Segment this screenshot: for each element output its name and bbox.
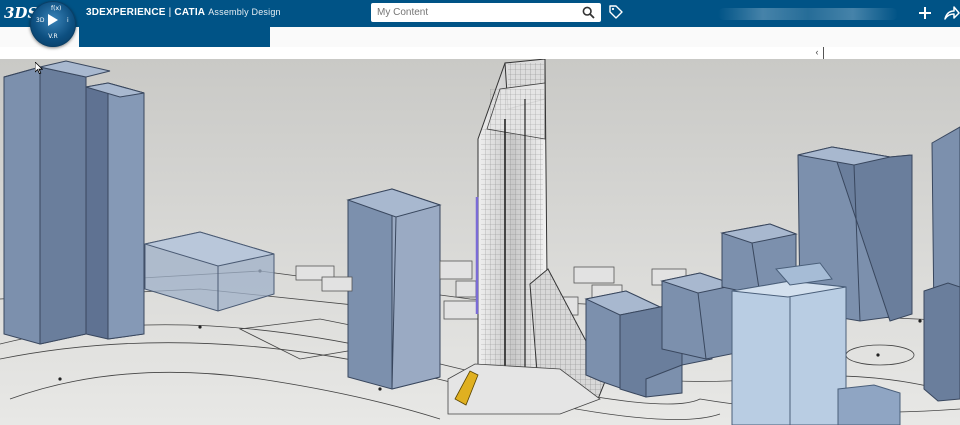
search-icon[interactable] xyxy=(582,6,595,19)
ds-logo[interactable]: 3DS xyxy=(4,4,38,22)
collapse-chevron-icon[interactable]: ‹ xyxy=(812,47,822,58)
play-icon[interactable] xyxy=(48,14,58,26)
compass-version: V.R xyxy=(48,33,58,40)
mouse-cursor-icon xyxy=(35,62,43,74)
search-input[interactable] xyxy=(377,6,577,19)
plus-icon[interactable] xyxy=(918,6,932,20)
top-bar: 3DS 3DEXPERIENCE | CATIA Assembly Design xyxy=(0,0,960,27)
building-center-left xyxy=(346,188,442,390)
tab-strip xyxy=(0,27,960,48)
compass-3d-label: 3D xyxy=(36,17,45,24)
share-icon[interactable] xyxy=(943,5,960,21)
app-title: 3DEXPERIENCE | CATIA Assembly Design xyxy=(86,7,281,18)
app-name: Assembly Design xyxy=(208,7,281,17)
tag-icon[interactable] xyxy=(608,4,624,20)
active-app-tab[interactable] xyxy=(79,27,270,47)
search-box[interactable] xyxy=(371,3,601,22)
3d-viewport[interactable] xyxy=(0,59,960,425)
scene-canvas xyxy=(0,59,960,425)
tab-strip-empty xyxy=(270,27,960,48)
building-left xyxy=(3,60,145,345)
compass-icon[interactable]: 3D f(x) i V.R xyxy=(30,1,76,47)
compass-top-label: f(x) xyxy=(51,5,62,12)
brand-name: 3DEXPERIENCE xyxy=(86,7,166,18)
user-area[interactable] xyxy=(718,8,898,20)
product-name: CATIA xyxy=(174,7,206,18)
compass-right-label: i xyxy=(67,17,69,24)
